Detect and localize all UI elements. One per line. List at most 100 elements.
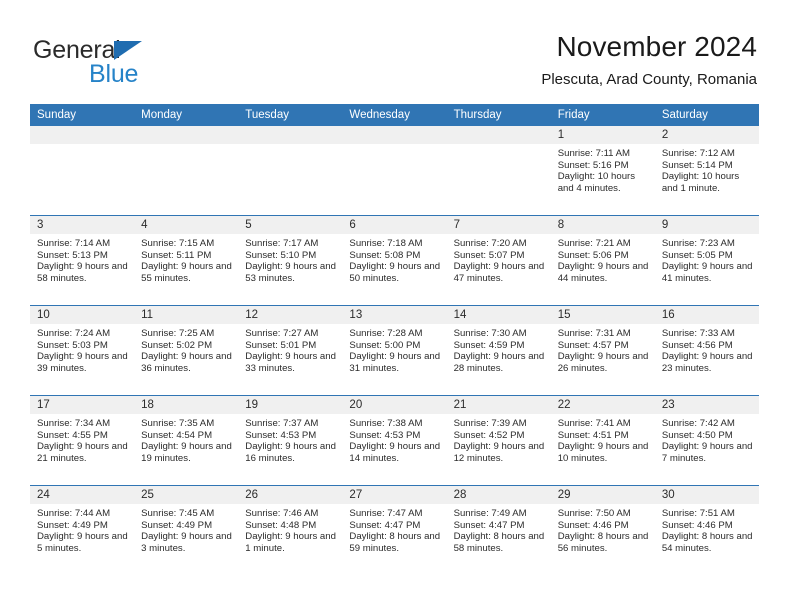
calendar-day-cell[interactable]: 23 Sunrise: 7:42 AM Sunset: 4:50 PM Dayligh… [654,395,759,486]
day-box: 4 Sunrise: 7:15 AM Sunset: 5:11 PM Daylight… [134,216,239,305]
day-box: 2 Sunrise: 7:12 AM Sunset: 5:14 PM Daylight… [654,126,759,215]
sunset-text: Sunset: 5:01 PM [245,339,317,351]
daylight-text: Daylight: 9 hours and 36 minutes. [141,351,232,375]
calendar-day-cell[interactable]: 2 Sunrise: 7:12 AM Sunset: 5:14 PM Daylight… [654,126,759,216]
day-number: 30 [654,486,759,504]
calendar-table: Sunday Monday Tuesday Wednesday Thursday… [30,104,759,575]
day-number: 18 [134,396,239,414]
calendar-day-cell[interactable] [238,126,343,216]
day-sun-info: Sunrise: 7:20 AM Sunset: 5:07 PM Daylight:… [447,234,551,285]
calendar-day-cell[interactable]: 21 Sunrise: 7:39 AM Sunset: 4:52 PM Dayligh… [446,395,551,486]
calendar-day-cell[interactable]: 7 Sunrise: 7:20 AM Sunset: 5:07 PM Daylight… [446,215,551,306]
calendar-day-cell[interactable]: 30 Sunrise: 7:51 AM Sunset: 4:46 PM Dayligh… [654,485,759,575]
calendar-day-cell[interactable]: 16 Sunrise: 7:33 AM Sunset: 4:56 PM Dayligh… [654,305,759,396]
calendar-day-cell[interactable]: 24 Sunrise: 7:44 AM Sunset: 4:49 PM Dayligh… [30,485,135,575]
daylight-text: Daylight: 9 hours and 55 minutes. [141,261,232,285]
day-number: 17 [30,396,135,414]
day-sun-info: Sunrise: 7:35 AM Sunset: 4:54 PM Daylight:… [134,414,238,465]
day-box: 22 Sunrise: 7:41 AM Sunset: 4:51 PM Dayligh… [550,396,655,485]
day-number: 5 [238,216,343,234]
day-sun-info: Sunrise: 7:49 AM Sunset: 4:47 PM Daylight:… [447,504,551,555]
sunrise-text: Sunrise: 7:27 AM [245,328,319,339]
day-box [238,126,343,215]
day-box: 23 Sunrise: 7:42 AM Sunset: 4:50 PM Dayligh… [654,396,759,485]
page-header: General Blue November 2024 Plescuta, Ara… [0,0,792,100]
sunset-text: Sunset: 4:49 PM [37,519,108,531]
logo-text-blue: Blue [89,60,139,88]
day-sun-info: Sunrise: 7:23 AM Sunset: 5:05 PM Daylight:… [655,234,759,285]
calendar-day-cell[interactable]: 4 Sunrise: 7:15 AM Sunset: 5:11 PM Daylight… [134,215,239,306]
daylight-text: Daylight: 9 hours and 12 minutes. [453,441,545,465]
sunrise-text: Sunrise: 7:23 AM [661,238,735,249]
calendar-day-cell[interactable] [30,126,135,216]
calendar-day-cell[interactable]: 6 Sunrise: 7:18 AM Sunset: 5:08 PM Daylight… [342,215,447,306]
calendar-day-cell[interactable]: 19 Sunrise: 7:37 AM Sunset: 4:53 PM Dayligh… [238,395,343,486]
sunset-text: Sunset: 4:52 PM [453,429,525,441]
calendar-day-cell[interactable]: 26 Sunrise: 7:46 AM Sunset: 4:48 PM Dayligh… [238,485,343,575]
calendar-day-cell[interactable]: 5 Sunrise: 7:17 AM Sunset: 5:10 PM Daylight… [238,215,343,306]
calendar-day-cell[interactable]: 13 Sunrise: 7:28 AM Sunset: 5:00 PM Dayligh… [342,305,447,396]
calendar-day-cell[interactable]: 14 Sunrise: 7:30 AM Sunset: 4:59 PM Dayligh… [446,305,551,396]
calendar-day-cell[interactable]: 25 Sunrise: 7:45 AM Sunset: 4:49 PM Dayligh… [134,485,239,575]
day-number: 1 [550,126,655,144]
day-sun-info: Sunrise: 7:45 AM Sunset: 4:49 PM Daylight:… [134,504,238,555]
calendar-day-cell[interactable]: 10 Sunrise: 7:24 AM Sunset: 5:03 PM Dayligh… [30,305,135,396]
weekday-header-tuesday: Tuesday [238,104,343,126]
daylight-text: Daylight: 9 hours and 7 minutes. [661,441,753,465]
calendar-day-cell[interactable]: 1 Sunrise: 7:11 AM Sunset: 5:16 PM Daylight… [550,126,655,216]
day-number: 19 [238,396,343,414]
day-sun-info: Sunrise: 7:17 AM Sunset: 5:10 PM Daylight:… [238,234,342,285]
day-box: 24 Sunrise: 7:44 AM Sunset: 4:49 PM Dayligh… [30,486,135,575]
weekday-header-friday: Friday [550,104,655,126]
calendar-day-cell[interactable]: 8 Sunrise: 7:21 AM Sunset: 5:06 PM Daylight… [550,215,655,306]
daylight-text: Daylight: 8 hours and 59 minutes. [349,531,441,555]
daylight-text: Daylight: 9 hours and 21 minutes. [37,441,128,465]
day-sun-info: Sunrise: 7:24 AM Sunset: 5:03 PM Daylight:… [30,324,134,375]
calendar-day-cell[interactable]: 17 Sunrise: 7:34 AM Sunset: 4:55 PM Dayligh… [30,395,135,486]
calendar-day-cell[interactable] [342,126,447,216]
day-sun-info: Sunrise: 7:39 AM Sunset: 4:52 PM Daylight:… [447,414,551,465]
calendar-day-cell[interactable]: 12 Sunrise: 7:27 AM Sunset: 5:01 PM Dayligh… [238,305,343,396]
sunrise-text: Sunrise: 7:37 AM [245,418,319,429]
day-sun-info: Sunrise: 7:33 AM Sunset: 4:56 PM Daylight:… [655,324,759,375]
logo-triangle-icon [114,41,142,60]
calendar-header-row: Sunday Monday Tuesday Wednesday Thursday… [30,104,759,126]
calendar-day-cell[interactable]: 11 Sunrise: 7:25 AM Sunset: 5:02 PM Dayligh… [134,305,239,396]
sunset-text: Sunset: 4:47 PM [453,519,525,531]
sunset-text: Sunset: 5:07 PM [453,249,525,261]
day-sun-info: Sunrise: 7:38 AM Sunset: 4:53 PM Daylight:… [342,414,446,465]
day-sun-info: Sunrise: 7:28 AM Sunset: 5:00 PM Daylight:… [342,324,446,375]
calendar-day-cell[interactable]: 29 Sunrise: 7:50 AM Sunset: 4:46 PM Dayligh… [550,485,655,575]
calendar-day-cell[interactable]: 27 Sunrise: 7:47 AM Sunset: 4:47 PM Dayligh… [342,485,447,575]
daylight-text: Daylight: 9 hours and 26 minutes. [557,351,649,375]
calendar-day-cell[interactable]: 9 Sunrise: 7:23 AM Sunset: 5:05 PM Daylight… [654,215,759,306]
sunrise-text: Sunrise: 7:49 AM [453,508,527,519]
calendar-grid: Sunday Monday Tuesday Wednesday Thursday… [30,104,759,575]
day-number: 15 [550,306,655,324]
sunrise-text: Sunrise: 7:41 AM [557,418,631,429]
sunset-text: Sunset: 4:56 PM [661,339,733,351]
day-box: 10 Sunrise: 7:24 AM Sunset: 5:03 PM Dayligh… [30,306,135,395]
calendar-day-cell[interactable]: 15 Sunrise: 7:31 AM Sunset: 4:57 PM Dayligh… [550,305,655,396]
daylight-text: Daylight: 9 hours and 10 minutes. [557,441,649,465]
calendar-day-cell[interactable] [134,126,239,216]
sunrise-text: Sunrise: 7:31 AM [557,328,631,339]
calendar-day-cell[interactable] [446,126,551,216]
calendar-day-cell[interactable]: 20 Sunrise: 7:38 AM Sunset: 4:53 PM Dayligh… [342,395,447,486]
sunset-text: Sunset: 4:51 PM [557,429,629,441]
sunrise-text: Sunrise: 7:11 AM [557,148,631,159]
calendar-day-cell[interactable]: 22 Sunrise: 7:41 AM Sunset: 4:51 PM Dayligh… [550,395,655,486]
calendar-day-cell[interactable]: 28 Sunrise: 7:49 AM Sunset: 4:47 PM Dayligh… [446,485,551,575]
weekday-header-thursday: Thursday [446,104,551,126]
sunrise-text: Sunrise: 7:44 AM [37,508,111,519]
sunrise-text: Sunrise: 7:21 AM [557,238,631,249]
calendar-day-cell[interactable]: 18 Sunrise: 7:35 AM Sunset: 4:54 PM Dayligh… [134,395,239,486]
day-number: 9 [654,216,759,234]
day-sun-info: Sunrise: 7:14 AM Sunset: 5:13 PM Daylight:… [30,234,134,285]
sunset-text: Sunset: 5:10 PM [245,249,317,261]
day-box [446,126,551,215]
sunset-text: Sunset: 5:14 PM [661,159,733,171]
calendar-day-cell[interactable]: 3 Sunrise: 7:14 AM Sunset: 5:13 PM Daylight… [30,215,135,306]
day-number: 25 [134,486,239,504]
day-number: 27 [342,486,447,504]
